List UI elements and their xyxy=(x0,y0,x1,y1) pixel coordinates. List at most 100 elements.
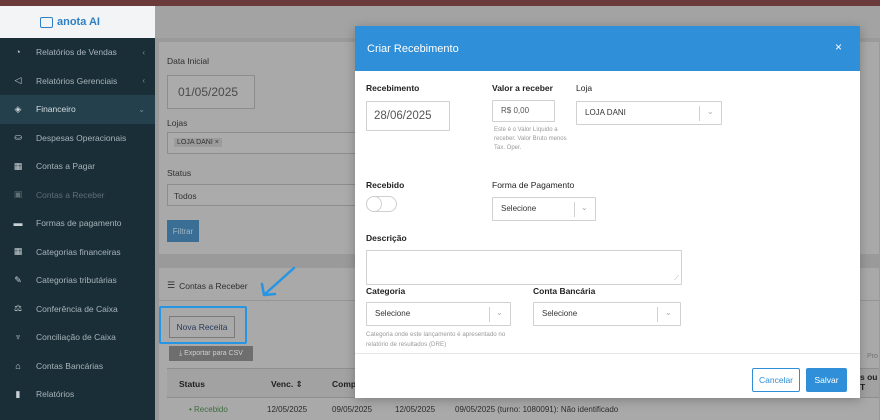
list-icon: ☰ xyxy=(167,280,176,290)
select-separator xyxy=(699,106,700,121)
sidebar-menu: ◔ Relatórios de Vendas ‹ ◁ Relatórios Gerenc… xyxy=(0,38,155,420)
recebido-toggle[interactable] xyxy=(366,196,397,212)
data-inicial-label: Data Inicial xyxy=(167,56,210,66)
forma-pagamento-label: Forma de Pagamento xyxy=(492,180,575,190)
modal-title: Criar Recebimento xyxy=(367,42,459,55)
sidebar-item-label: Contas a Receber xyxy=(36,189,105,200)
valor-label: Valor a receber xyxy=(492,83,553,93)
sidebar: anota AI ◔ Relatórios de Vendas ‹ ◁ Relatóri… xyxy=(0,6,155,420)
chip-remove-icon[interactable]: × xyxy=(215,139,219,146)
data-inicial-input[interactable]: 01/05/2025 xyxy=(167,75,255,109)
salvar-button[interactable]: Salvar xyxy=(806,368,847,392)
grid-icon: ▦ xyxy=(13,246,23,257)
chevron-down-icon: ⌄ xyxy=(581,203,588,212)
pin-icon: ✎ xyxy=(14,274,22,285)
sidebar-item-label: Categorias tributárias xyxy=(36,275,117,286)
sidebar-item-contas-a-pagar[interactable]: ▦ Contas a Pagar xyxy=(0,152,155,181)
cancelar-button[interactable]: Cancelar xyxy=(752,368,800,392)
status-select[interactable]: Todos xyxy=(167,184,357,206)
chevron-down-icon: ⌄ xyxy=(665,308,672,317)
status-label: Status xyxy=(167,168,192,178)
categoria-label: Categoria xyxy=(366,286,406,296)
sidebar-item-label: Despesas Operacionais xyxy=(36,132,127,143)
recebimento-date-input[interactable]: 28/06/2025 xyxy=(366,101,450,131)
table-row[interactable]: • Recebido 12/05/2025 09/05/2025 12/05/2… xyxy=(167,402,879,418)
recebido-label: Recebido xyxy=(366,180,405,190)
categoria-select[interactable]: Selecione ⌄ xyxy=(366,302,511,326)
sidebar-item-contas-a-receber[interactable]: ▣ Contas a Receber xyxy=(0,181,155,210)
column-header-peek: s ou T xyxy=(860,372,878,392)
sidebar-item-confer-ncia-de-caixa[interactable]: ⚖ Conferência de Caixa xyxy=(0,295,155,324)
close-icon[interactable]: × xyxy=(835,41,842,53)
sidebar-item-label: Contas a Pagar xyxy=(36,161,96,172)
bank-icon: ⌂ xyxy=(15,360,21,371)
sidebar-item-relat-rios-de-vendas[interactable]: ◔ Relatórios de Vendas ‹ xyxy=(0,38,155,67)
valor-input[interactable]: R$ 0,00 xyxy=(492,100,555,122)
pointer-arrow-icon xyxy=(260,266,296,297)
chevron-down-icon: ⌄ xyxy=(496,308,503,317)
card-icon: ▬ xyxy=(13,218,23,229)
sidebar-item-categorias-tribut-rias[interactable]: ✎ Categorias tributárias xyxy=(0,266,155,295)
recebimento-label: Recebimento xyxy=(366,83,420,93)
lojas-select[interactable]: LOJA DANI × xyxy=(167,132,357,154)
sidebar-item-label: Formas de pagamento xyxy=(36,218,122,229)
exportar-csv-button[interactable]: ⤓ Exportar para CSV xyxy=(169,346,253,361)
nova-receita-highlight xyxy=(159,306,247,344)
bag-icon: ⛀ xyxy=(14,132,22,143)
list-title-text: Contas a Receber xyxy=(179,280,248,291)
loja-chip: LOJA DANI × xyxy=(174,138,222,147)
resize-handle-icon[interactable]: ⟋ xyxy=(674,275,679,283)
sidebar-item-despesas-operacionais[interactable]: ⛀ Despesas Operacionais xyxy=(0,124,155,153)
th-comp[interactable]: Comp xyxy=(332,379,356,389)
loja-select-value: LOJA DANI xyxy=(585,108,626,117)
descricao-label: Descrição xyxy=(366,233,407,243)
chevron-icon: ‹ xyxy=(142,76,145,86)
sidebar-item-contas-banc-rias[interactable]: ⌂ Contas Bancárias xyxy=(0,352,155,381)
select-separator xyxy=(657,307,658,322)
descricao-textarea[interactable]: ⟋ xyxy=(366,250,682,285)
calculator-icon: ▦ xyxy=(13,160,23,171)
forma-pagamento-select[interactable]: Selecione ⌄ xyxy=(492,197,596,221)
sidebar-item-label: Contas Bancárias xyxy=(36,360,104,371)
sidebar-item-categorias-financeiras[interactable]: ▦ Categorias financeiras xyxy=(0,238,155,267)
criar-recebimento-modal: Criar Recebimento × Recebimento 28/06/20… xyxy=(355,26,860,398)
sidebar-item-financeiro[interactable]: ◈ Financeiro ⌄ xyxy=(0,95,155,124)
row-comp: 09/05/2025 xyxy=(332,405,373,414)
conta-select-value: Selecione xyxy=(542,309,578,318)
toggle-knob xyxy=(366,196,382,212)
diamond-icon: ◈ xyxy=(14,103,22,114)
sidebar-item-label: Categorias financeiras xyxy=(36,246,121,257)
brand[interactable]: anota AI xyxy=(0,6,155,38)
chevron-icon: ‹ xyxy=(142,47,145,57)
brand-name: anota AI xyxy=(57,16,100,28)
sidebar-item-relat-rios[interactable]: ▮ Relatórios xyxy=(0,380,155,409)
conta-bancaria-select[interactable]: Selecione ⌄ xyxy=(533,302,681,326)
sidebar-item-formas-de-pagamento[interactable]: ▬ Formas de pagamento xyxy=(0,209,155,238)
row-date: 12/05/2025 xyxy=(395,405,436,414)
lojas-label: Lojas xyxy=(167,118,188,128)
loja-select[interactable]: LOJA DANI ⌄ xyxy=(576,101,722,125)
send-icon: ◁ xyxy=(14,75,22,86)
sidebar-item-label: Relatórios Gerenciais xyxy=(36,75,118,86)
row-venc: 12/05/2025 xyxy=(267,405,308,414)
th-status[interactable]: Status xyxy=(179,379,205,389)
modal-footer-divider xyxy=(355,353,860,354)
chevron-down-icon: ⌄ xyxy=(707,107,714,116)
chevron-icon: ⌄ xyxy=(138,104,145,114)
categoria-help-text: Categoria onde este lançamento é apresen… xyxy=(366,331,506,348)
sidebar-item-label: Conferência de Caixa xyxy=(36,303,118,314)
balance-icon: ⚖ xyxy=(13,303,23,314)
pro-text: Pro xyxy=(867,353,878,360)
conta-bancaria-label: Conta Bancária xyxy=(533,286,596,296)
anota-logo-icon xyxy=(40,16,53,28)
bookmark-icon: ▮ xyxy=(15,388,21,399)
filtrar-button[interactable]: Filtrar xyxy=(167,220,199,242)
trophy-icon: ♆ xyxy=(14,332,22,343)
sidebar-item-configurar-modelos-dre[interactable]: ▭Configurar Modelos DRE xyxy=(0,409,155,420)
exportar-label: Exportar para CSV xyxy=(184,350,243,357)
sidebar-item-relat-rios-gerenciais[interactable]: ◁ Relatórios Gerenciais ‹ xyxy=(0,67,155,96)
th-venc[interactable]: Venc. ⇕ xyxy=(271,379,303,390)
sidebar-item-label: Financeiro xyxy=(36,104,76,115)
sidebar-item-concilia-o-de-caixa[interactable]: ♆ Conciliação de Caixa xyxy=(0,323,155,352)
valor-help-text: Este é o Valor Líquido a receber. Valor … xyxy=(494,127,567,151)
